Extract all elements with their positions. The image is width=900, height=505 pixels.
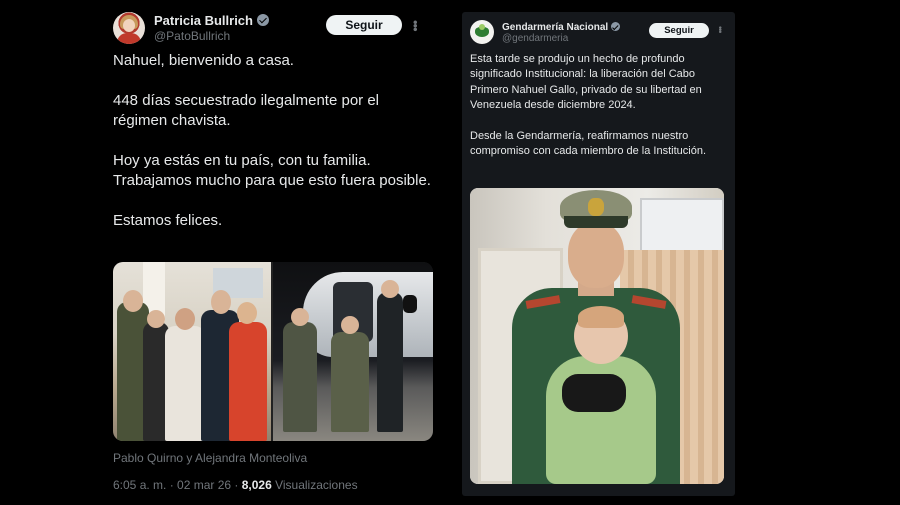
tweet-paragraph: 448 días secuestrado ilegalmente por el … — [113, 92, 380, 129]
media-photo-group[interactable] — [113, 262, 271, 441]
tweet-paragraph: Desde la Gendarmería, reafirmamos nuestr… — [470, 129, 706, 158]
follow-button[interactable]: Seguir — [326, 15, 402, 35]
tweet-header: Patricia Bullrich @PatoBullrich Seguir •… — [113, 12, 442, 46]
tweet-media-photo[interactable] — [470, 188, 724, 484]
tweet-metadata: 6:05 a. m. · 02 mar 26 · 8,026 Visualiza… — [113, 478, 358, 492]
tweet-paragraph: Hoy ya estás en tu país, con tu familia.… — [113, 152, 431, 189]
verified-icon — [256, 14, 269, 26]
more-options-icon[interactable]: ••• — [408, 20, 423, 31]
author-handle[interactable]: @gendarmeria — [502, 33, 568, 44]
author-name-row[interactable]: Gendarmería Nacional — [502, 22, 621, 33]
avatar[interactable] — [470, 20, 494, 44]
views-count: 8,026 — [241, 478, 272, 492]
avatar[interactable] — [113, 12, 145, 44]
follow-button[interactable]: Seguir — [649, 23, 709, 38]
tweet-text: Nahuel, bienvenido a casa. 448 días secu… — [113, 51, 433, 251]
tweet-timestamp[interactable]: 6:05 a. m. · 02 mar 26 · — [113, 478, 242, 492]
media-caption[interactable]: Pablo Quirno y Alejandra Monteoliva — [113, 451, 307, 465]
tweet-paragraph: Nahuel, bienvenido a casa. — [113, 52, 294, 69]
author-name[interactable]: Patricia Bullrich — [154, 13, 253, 28]
author-name-row[interactable]: Patricia Bullrich — [154, 13, 269, 28]
tweet-media-grid[interactable] — [113, 262, 433, 441]
tweet-gendarmeria: Gendarmería Nacional @gendarmeria Seguir… — [462, 12, 735, 496]
views-label: Visualizaciones — [271, 478, 358, 492]
media-photo-aircraft[interactable] — [273, 262, 433, 441]
author-handle[interactable]: @PatoBullrich — [154, 29, 230, 43]
author-name[interactable]: Gendarmería Nacional — [502, 22, 608, 33]
more-options-icon[interactable]: ••• — [715, 26, 725, 32]
tweet-text: Esta tarde se produjo un hecho de profun… — [470, 52, 732, 174]
tweet-patricia-bullrich: Patricia Bullrich @PatoBullrich Seguir •… — [96, 0, 454, 505]
tweet-paragraph: Estamos felices. — [113, 212, 223, 229]
tweet-paragraph: Esta tarde se produjo un hecho de profun… — [470, 53, 702, 112]
verified-icon — [611, 22, 621, 31]
